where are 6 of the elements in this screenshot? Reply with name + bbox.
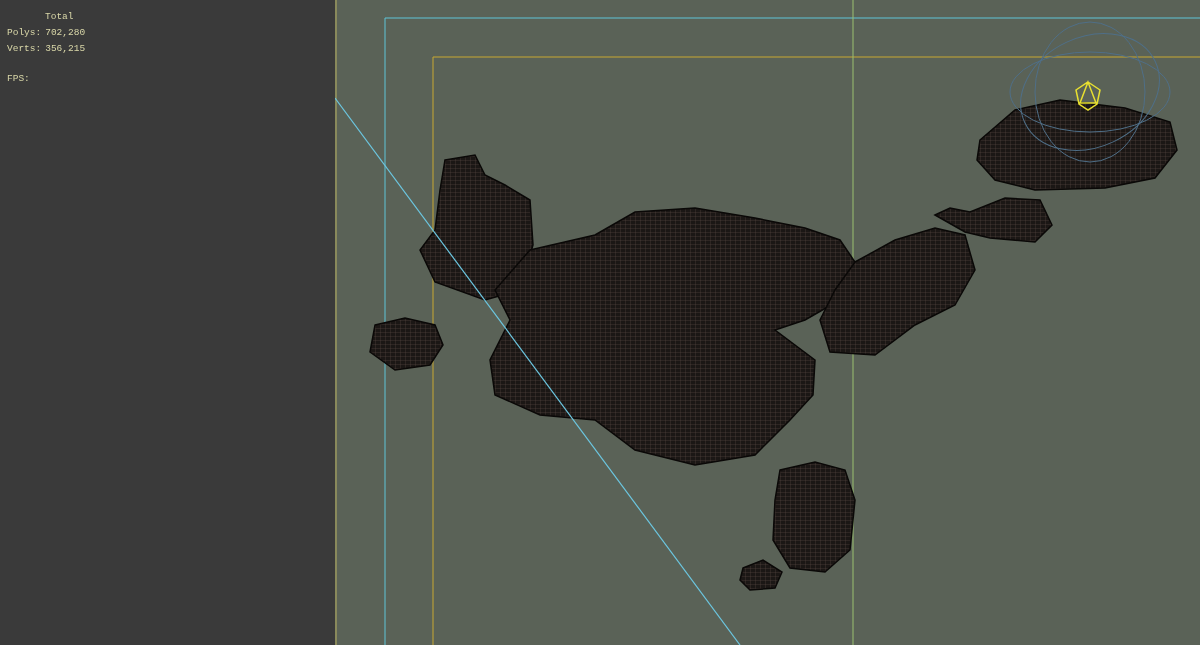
stat-value: 356,215	[45, 42, 86, 56]
stat-label: Polys:	[7, 26, 42, 40]
stats-title: Total	[45, 11, 74, 22]
stat-value: 702,280	[45, 26, 86, 40]
stat-label: Verts:	[7, 42, 42, 56]
fps-label: FPS:	[7, 73, 30, 84]
